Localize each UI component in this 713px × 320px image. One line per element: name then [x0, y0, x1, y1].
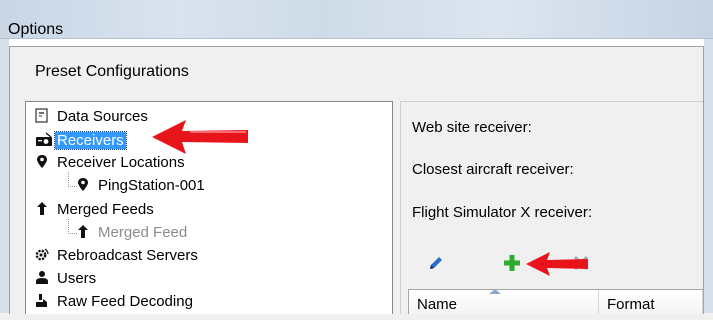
broadcast-gear-icon	[35, 247, 49, 262]
sort-ascending-icon	[489, 289, 501, 294]
merge-arrow-icon	[35, 201, 49, 216]
window-border-right	[704, 39, 713, 313]
add-button[interactable]	[501, 252, 523, 274]
radio-icon	[35, 132, 53, 147]
column-header-label: Format	[607, 296, 655, 313]
closest-aircraft-receiver-label: Closest aircraft receiver:	[412, 161, 574, 178]
tree-item-label: Rebroadcast Servers	[57, 247, 198, 264]
column-header-label: Name	[417, 296, 458, 313]
map-pin-icon	[76, 177, 90, 192]
flight-simulator-receiver-label: Flight Simulator X receiver:	[412, 204, 593, 221]
receivers-grid[interactable]: Name Format	[408, 289, 704, 314]
tree-item-merged-feeds[interactable]: Merged Feeds	[35, 200, 156, 219]
decoding-icon	[35, 293, 49, 308]
tree-item-label: Users	[57, 270, 97, 287]
tree-item-receivers[interactable]: Receivers	[35, 131, 127, 150]
column-header-name[interactable]: Name	[409, 289, 599, 314]
window-title-bar[interactable]: Options	[0, 0, 713, 39]
user-icon	[35, 270, 49, 285]
tree-item-label: Merged Feed	[98, 224, 188, 241]
tree-item-data-sources[interactable]: Data Sources	[35, 107, 150, 126]
window-title: Options	[8, 21, 64, 38]
tree-item-merged-feed[interactable]: Merged Feed	[76, 223, 189, 242]
tree-item-label: Raw Feed Decoding	[57, 293, 193, 310]
web-site-receiver-label: Web site receiver:	[412, 119, 532, 136]
tree-item-users[interactable]: Users	[35, 269, 98, 288]
window-border-left	[0, 39, 9, 313]
data-sources-icon	[35, 108, 49, 123]
pencil-icon	[430, 257, 442, 269]
map-pin-icon	[35, 154, 49, 169]
edit-button[interactable]	[425, 252, 447, 274]
tree-item-label: PingStation-001	[98, 177, 205, 194]
merge-arrow-icon	[76, 224, 90, 239]
tree-item-rebroadcast-servers[interactable]: Rebroadcast Servers	[35, 246, 200, 265]
tree-item-pingstation[interactable]: PingStation-001	[76, 176, 207, 195]
annotation-arrow-add	[526, 252, 588, 276]
annotation-arrow-receivers	[152, 120, 248, 154]
tree-item-raw-feed-decoding[interactable]: Raw Feed Decoding	[35, 292, 195, 311]
plus-icon	[504, 255, 520, 271]
panel-title: Preset Configurations	[35, 63, 189, 80]
column-header-format[interactable]: Format	[599, 290, 703, 314]
tree-item-label: Data Sources	[57, 108, 148, 125]
tree-item-label: Merged Feeds	[57, 201, 154, 218]
tree-item-label: Receiver Locations	[57, 154, 185, 171]
tree-item-label: Receivers	[54, 131, 127, 150]
